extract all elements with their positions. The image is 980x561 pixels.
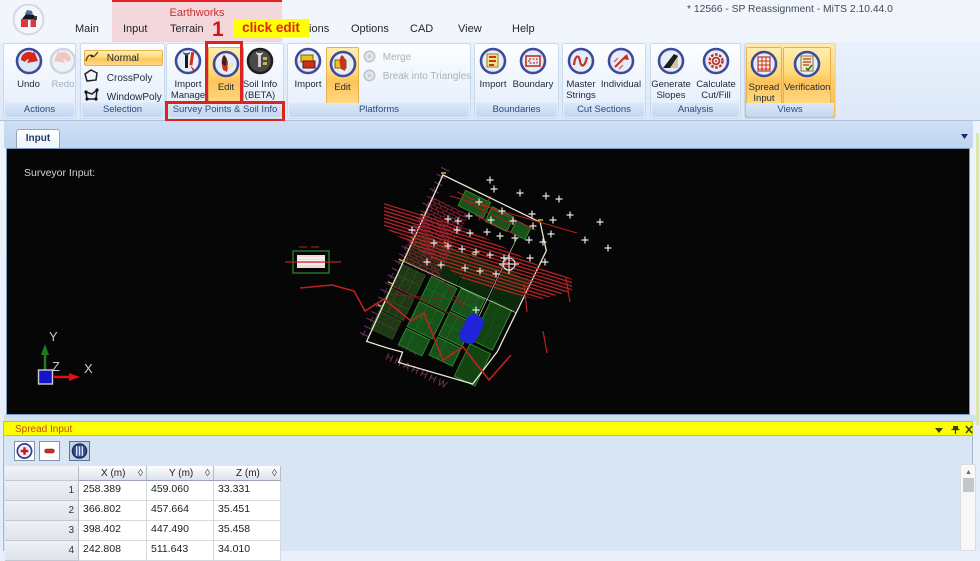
svg-text:X: X (84, 361, 93, 376)
svg-text:Z: Z (52, 359, 60, 374)
svg-text:Y: Y (49, 329, 58, 344)
